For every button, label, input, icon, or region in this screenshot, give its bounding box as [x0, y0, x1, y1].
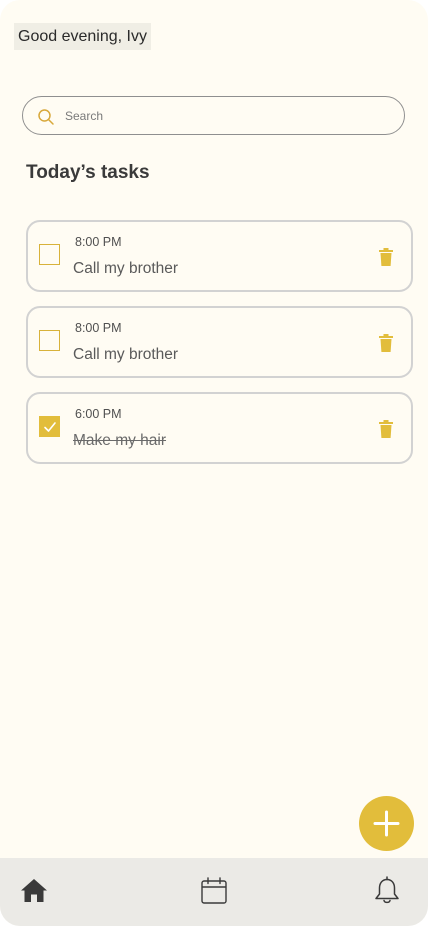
task-card[interactable]: 8:00 PM Call my brother — [26, 306, 413, 378]
search-icon — [37, 108, 55, 126]
greeting-text: Good evening, Ivy — [14, 23, 151, 50]
search-bar[interactable] — [22, 96, 405, 135]
checkmark-icon — [44, 422, 56, 432]
home-icon[interactable] — [19, 876, 49, 906]
search-input[interactable] — [65, 105, 385, 127]
task-card[interactable]: 6:00 PM Make my hair — [26, 392, 413, 464]
calendar-icon[interactable] — [199, 876, 229, 906]
task-title: Call my brother — [73, 346, 179, 363]
task-card[interactable]: 8:00 PM Call my brother — [26, 220, 413, 292]
task-time: 6:00 PM — [75, 407, 122, 421]
add-task-button[interactable] — [359, 796, 414, 851]
task-checkbox[interactable] — [39, 244, 60, 265]
plus-icon — [373, 810, 400, 837]
task-title: Call my brother — [73, 260, 179, 277]
section-title: Today’s tasks — [26, 162, 150, 183]
app-screen: Good evening, Ivy Today’s tasks 8:00 PM … — [0, 0, 428, 926]
trash-icon[interactable] — [379, 334, 393, 352]
trash-icon[interactable] — [379, 248, 393, 266]
bell-icon[interactable] — [372, 876, 402, 906]
trash-icon[interactable] — [379, 420, 393, 438]
task-checkbox[interactable] — [39, 416, 60, 437]
task-time: 8:00 PM — [75, 321, 122, 335]
task-title: Make my hair — [73, 432, 167, 449]
bottom-tab-bar — [0, 858, 428, 926]
task-checkbox[interactable] — [39, 330, 60, 351]
task-time: 8:00 PM — [75, 235, 122, 249]
